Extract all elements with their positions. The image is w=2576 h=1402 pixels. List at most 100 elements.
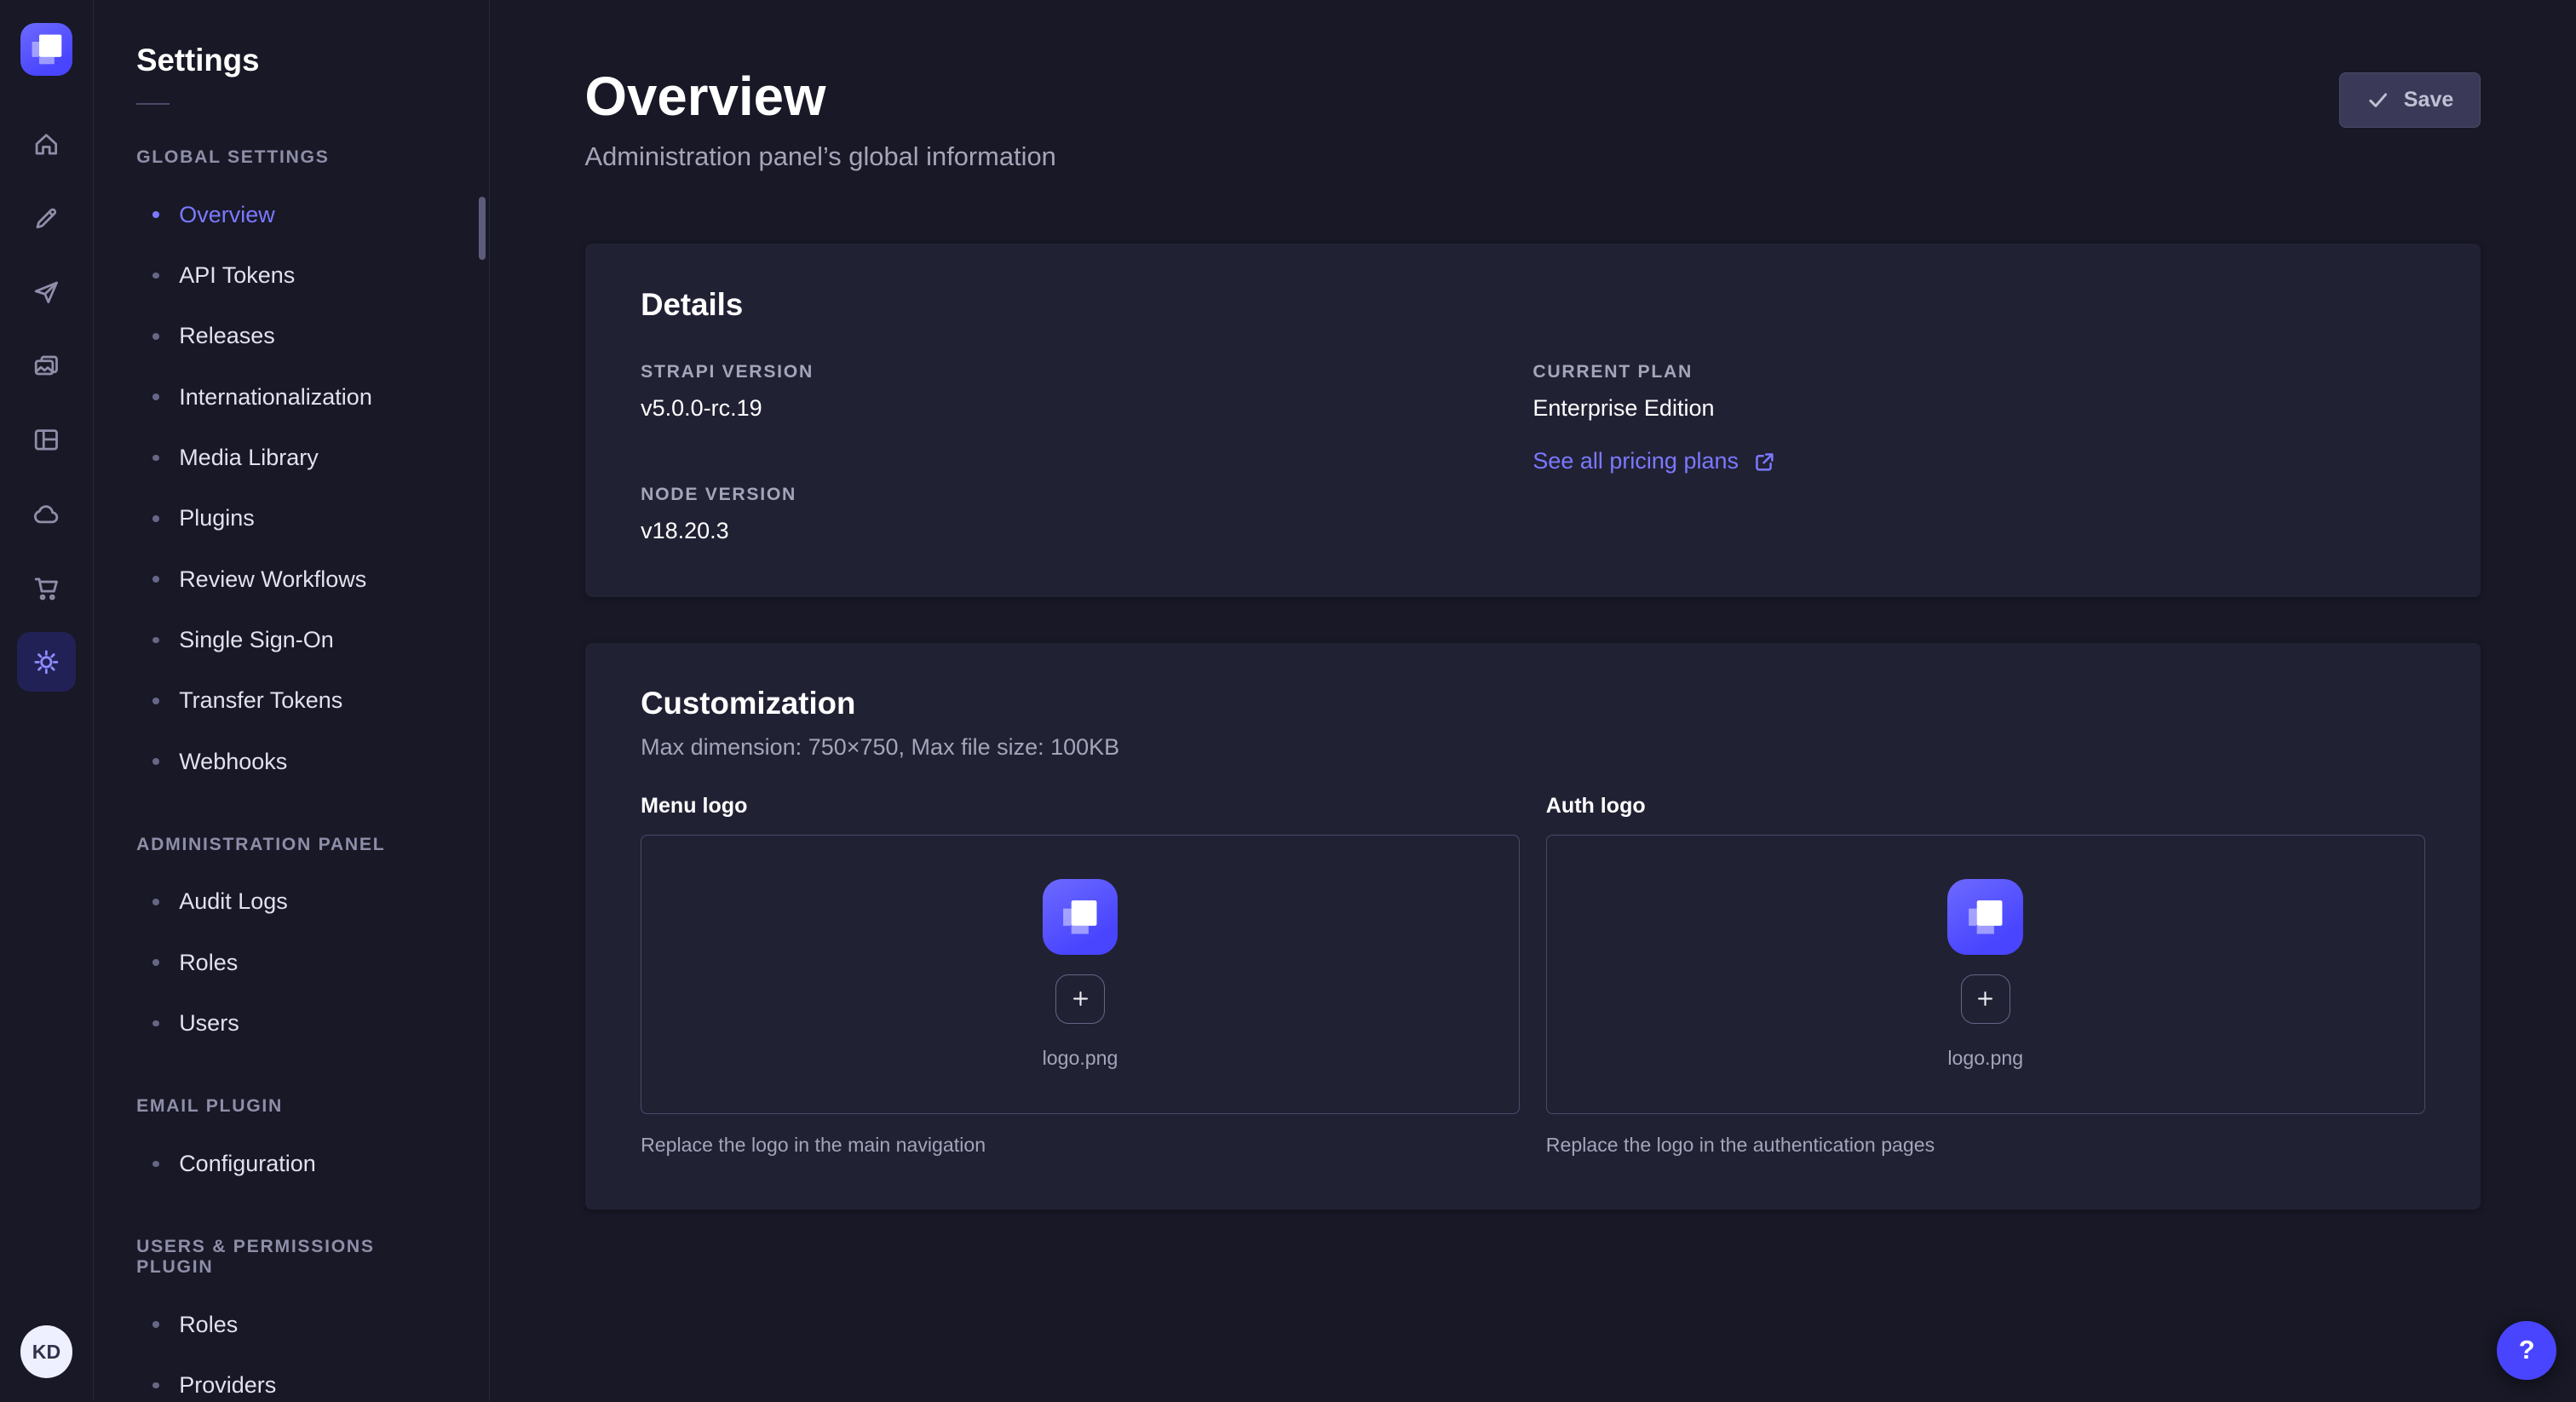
title-divider [136,103,170,105]
check-icon [2366,88,2390,112]
sidebar-item-single-sign-on[interactable]: Single Sign-On [94,610,489,670]
scrollbar-thumb[interactable] [479,197,486,259]
auth-logo-filename: logo.png [1947,1047,2023,1070]
layout-icon [32,425,61,455]
sidebar-section-label: USERS & PERMISSIONS PLUGIN [136,1237,446,1278]
bullet-dot [152,698,159,704]
nav-content-builder[interactable] [17,189,76,248]
sidebar-item-api-tokens[interactable]: API Tokens [94,245,489,306]
home-icon [32,129,61,159]
sidebar-item-label: Webhooks [179,749,287,775]
sidebar-section-label: EMAIL PLUGIN [136,1096,446,1117]
menu-logo-dropzone[interactable]: logo.png [641,835,1520,1114]
field-value: v18.20.3 [641,518,1532,544]
sidebar-item-transfer-tokens[interactable]: Transfer Tokens [94,670,489,731]
plus-icon [1069,987,1092,1010]
sidebar-item-label: Releases [179,323,275,349]
icon-rail: KD [0,0,94,1401]
auth-logo-field: Auth logo logo.png Replace the logo in t… [1546,794,2425,1157]
save-button[interactable]: Save [2339,72,2481,129]
sidebar-item-media-library[interactable]: Media Library [94,428,489,488]
strapi-logo[interactable] [20,23,73,76]
bullet-dot [152,899,159,905]
nav-marketplace[interactable] [17,411,76,469]
customization-card: Customization Max dimension: 750×750, Ma… [585,643,2481,1210]
sidebar-item-label: Providers [179,1372,276,1399]
help-button[interactable]: ? [2497,1321,2556,1380]
sidebar-item-providers[interactable]: Providers [94,1355,489,1401]
strapi-logo-icon [1958,889,2014,945]
nav-media-library[interactable] [17,336,76,395]
sidebar-item-roles-admin[interactable]: Roles [94,933,489,993]
customization-card-title: Customization [641,686,2425,721]
bullet-dot [152,959,159,966]
logo-uploads: Menu logo logo.png Replace the logo in t… [641,794,2425,1157]
nav-cloud[interactable] [17,485,76,543]
sidebar-item-label: Users [179,1010,239,1037]
sidebar-item-label: Overview [179,202,275,228]
sidebar-section-label: ADMINISTRATION PANEL [136,835,446,855]
sidebar-title: Settings [136,43,446,78]
sidebar-item-internationalization[interactable]: Internationalization [94,366,489,427]
media-library-icon [32,352,61,382]
sidebar-item-users[interactable]: Users [94,993,489,1054]
menu-logo-preview [1043,879,1118,955]
section-email-plugin: EMAIL PLUGIN Configuration [94,1096,489,1194]
sidebar-item-configuration[interactable]: Configuration [94,1134,489,1194]
page-header-text: Overview Administration panel’s global i… [585,66,1056,171]
section-users-permissions-plugin: USERS & PERMISSIONS PLUGIN Roles Provide… [94,1237,489,1401]
nav-home[interactable] [17,115,76,174]
main-content: Overview Administration panel’s global i… [490,0,2576,1401]
menu-logo-add-button[interactable] [1055,974,1105,1024]
sidebar-item-label: Transfer Tokens [179,687,342,714]
bullet-dot [152,758,159,765]
bullet-dot [152,211,159,218]
sidebar-item-webhooks[interactable]: Webhooks [94,732,489,792]
pricing-plans-link[interactable]: See all pricing plans [1532,448,1774,474]
cart-icon [32,573,61,603]
sidebar-item-plugins[interactable]: Plugins [94,488,489,549]
sidebar-item-review-workflows[interactable]: Review Workflows [94,549,489,609]
plus-icon [1974,987,1997,1010]
bullet-dot [152,637,159,644]
sidebar-item-label: API Tokens [179,262,295,289]
field-label: CURRENT PLAN [1532,362,2424,382]
section-global-settings: GLOBAL SETTINGS Overview API Tokens Rele… [94,147,489,792]
field-label: NODE VERSION [641,485,1532,505]
nav-settings[interactable] [17,632,76,691]
auth-logo-preview [1947,879,2023,955]
user-avatar[interactable]: KD [20,1325,73,1378]
nav-purchases[interactable] [17,559,76,618]
menu-logo-filename: logo.png [1043,1047,1118,1070]
section-administration-panel: ADMINISTRATION PANEL Audit Logs Roles Us… [94,835,489,1054]
sidebar-item-label: Internationalization [179,384,372,411]
auth-logo-hint: Replace the logo in the authentication p… [1546,1134,2425,1157]
app-root: KD Settings GLOBAL SETTINGS Overview API… [0,0,2576,1401]
strapi-logo-icon [22,25,72,74]
bullet-dot [152,1161,159,1168]
bullet-dot [152,1020,159,1027]
auth-logo-dropzone[interactable]: logo.png [1546,835,2425,1114]
sidebar-item-roles-users-permissions[interactable]: Roles [94,1294,489,1354]
page-header: Overview Administration panel’s global i… [585,0,2481,172]
auth-logo-add-button[interactable] [1961,974,2010,1024]
menu-logo-label: Menu logo [641,794,1520,819]
sidebar-item-releases[interactable]: Releases [94,306,489,366]
bullet-dot [152,515,159,522]
details-right-column: CURRENT PLAN Enterprise Edition See all … [1532,362,2424,544]
strapi-version-field: STRAPI VERSION v5.0.0-rc.19 [641,362,1532,422]
sidebar-item-overview[interactable]: Overview [94,184,489,244]
gear-icon [32,647,61,677]
paper-plane-icon [32,278,61,307]
nav-transfer[interactable] [17,263,76,322]
sidebar-item-label: Plugins [179,505,255,531]
sidebar-section-label: GLOBAL SETTINGS [136,147,446,168]
settings-sidebar: Settings GLOBAL SETTINGS Overview API To… [94,0,490,1401]
details-card-title: Details [641,287,2425,323]
bullet-dot [152,394,159,400]
bullet-dot [152,1321,159,1328]
sidebar-item-audit-logs[interactable]: Audit Logs [94,871,489,932]
menu-logo-field: Menu logo logo.png Replace the logo in t… [641,794,1520,1157]
bullet-dot [152,333,159,340]
pricing-plans-link-label: See all pricing plans [1532,448,1739,474]
